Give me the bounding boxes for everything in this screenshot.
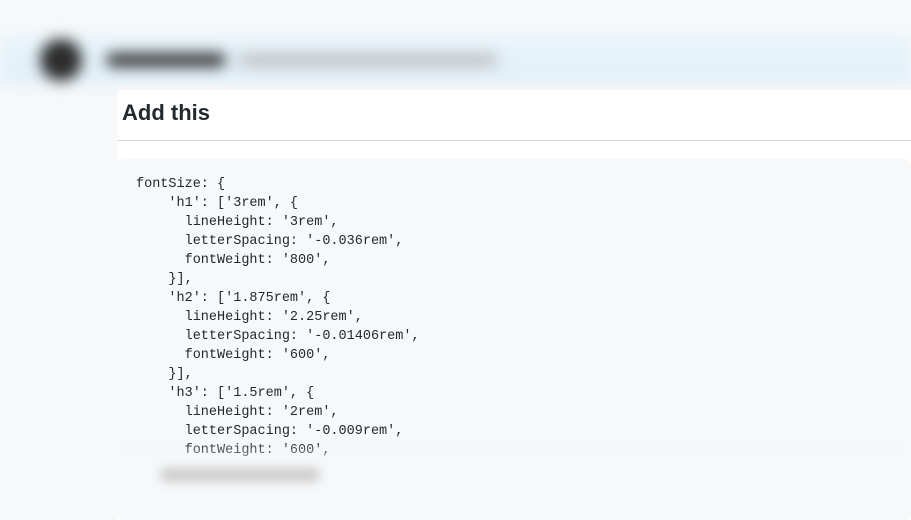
comment-body: Add this fontSize: { 'h1': ['3rem', { li…: [118, 90, 911, 520]
timestamp-blurred: [238, 54, 498, 66]
username-blurred: [106, 53, 226, 67]
code-content: fontSize: { 'h1': ['3rem', { lineHeight:…: [136, 177, 420, 458]
code-block[interactable]: fontSize: { 'h1': ['3rem', { lineHeight:…: [118, 159, 911, 520]
avatar[interactable]: [40, 39, 82, 81]
comment-header: [0, 36, 911, 84]
section-heading: Add this: [118, 90, 911, 141]
footer-blurred: [160, 468, 320, 482]
